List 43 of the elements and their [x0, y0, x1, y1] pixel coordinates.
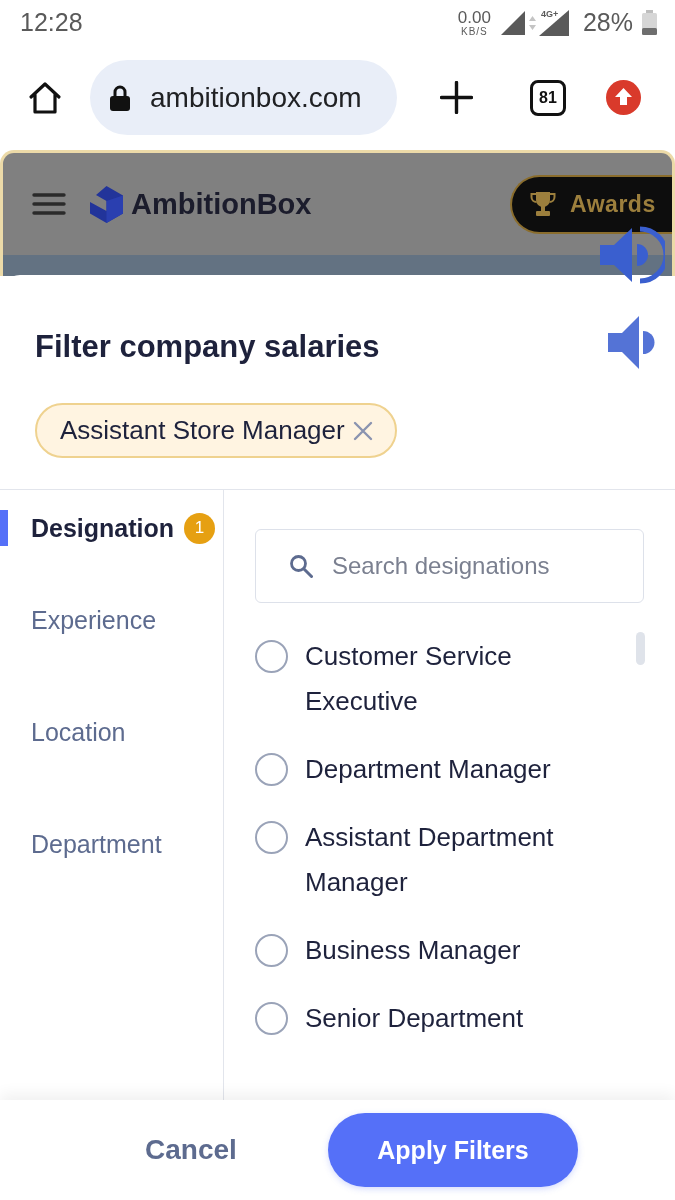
speaker-icon[interactable]	[600, 225, 665, 285]
search-field[interactable]: Search designations	[255, 529, 644, 603]
category-tab[interactable]: Designation 1	[0, 510, 223, 546]
filter-chip[interactable]: Assistant Store Manager	[35, 403, 397, 458]
logo-icon	[90, 185, 123, 223]
signal-icon	[538, 9, 569, 36]
home-icon[interactable]	[28, 80, 62, 115]
apply-filters-button[interactable]: Apply Filters	[328, 1113, 578, 1187]
option-label[interactable]: Customer Service Executive	[305, 634, 605, 724]
net-speed-unit: KB/S	[461, 25, 488, 37]
option-label[interactable]: Senior Department	[305, 996, 524, 1041]
scrollbar-thumb[interactable]	[636, 632, 645, 665]
data-arrows-icon	[528, 15, 536, 30]
battery-percent: 28%	[582, 8, 633, 37]
option-label[interactable]: Business Manager	[305, 928, 521, 973]
tab-count-button[interactable]: 81	[530, 79, 566, 116]
option-label[interactable]: Department Manager	[305, 747, 551, 792]
net-speed: 0.00	[457, 8, 491, 26]
status-time: 12:28	[20, 8, 83, 37]
category-tab[interactable]: Department	[0, 826, 223, 862]
close-icon[interactable]	[352, 420, 373, 441]
trophy-icon	[530, 191, 556, 217]
option-label[interactable]: Assistant Department Manager	[305, 815, 605, 905]
search-icon	[289, 554, 313, 578]
battery-icon	[642, 10, 657, 35]
lock-icon	[110, 84, 130, 111]
site-logo-text: AmbitionBox	[131, 187, 312, 221]
radio-button[interactable]	[255, 1002, 288, 1035]
radio-button[interactable]	[255, 640, 288, 673]
radio-button[interactable]	[255, 753, 288, 786]
plus-icon[interactable]	[440, 81, 473, 114]
cancel-button[interactable]: Cancel	[100, 1120, 282, 1180]
signal-icon	[500, 10, 525, 35]
category-tab[interactable]: Location	[0, 714, 223, 750]
count-badge: 1	[184, 512, 216, 544]
sheet-title: Filter company salaries	[35, 329, 380, 365]
awards-button[interactable]: Awards	[510, 174, 672, 234]
radio-button[interactable]	[255, 821, 288, 854]
menu-icon[interactable]	[32, 193, 66, 215]
network-type: 4G+	[540, 8, 559, 19]
radio-button[interactable]	[255, 934, 288, 967]
address-bar[interactable]: ambitionbox.com	[90, 60, 397, 135]
category-tab[interactable]: Experience	[0, 602, 223, 638]
